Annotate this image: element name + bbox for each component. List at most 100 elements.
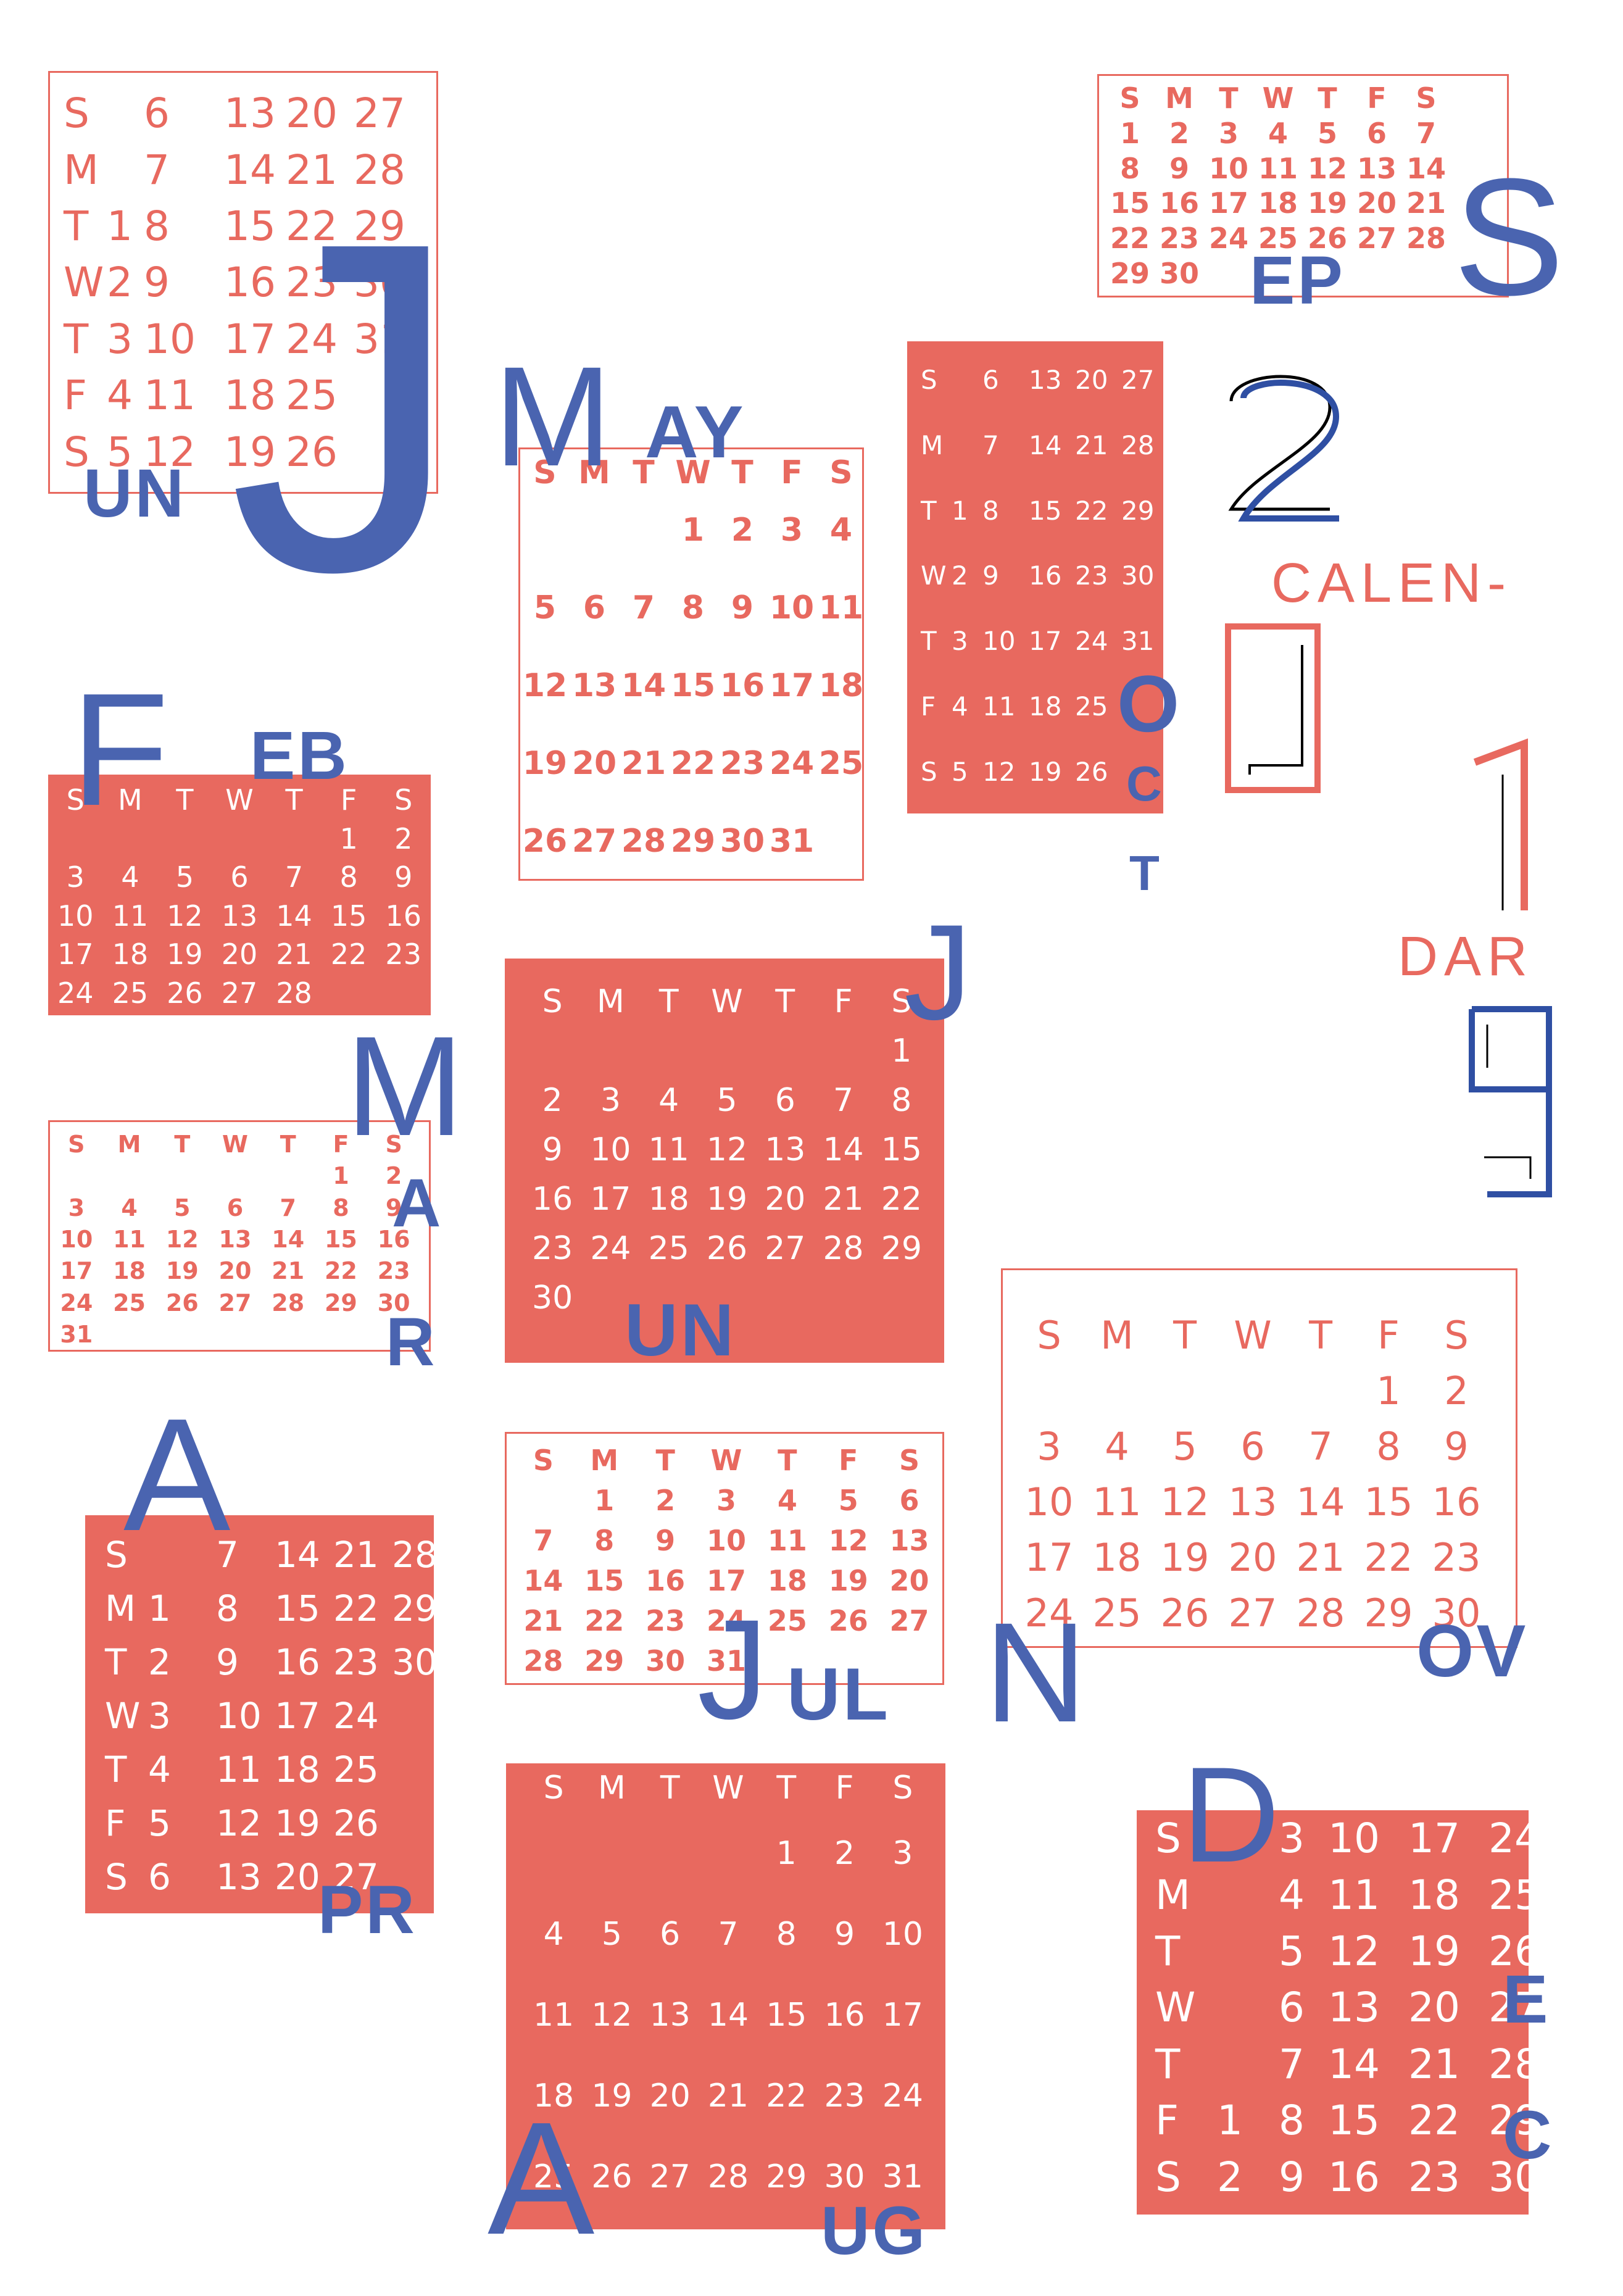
day-cell: 28 (1296, 1590, 1345, 1636)
day-cell: 10 (590, 1131, 631, 1168)
day-cell: 17 (590, 1181, 631, 1218)
weekday-header: S (921, 756, 937, 787)
day-cell: 19 (1307, 186, 1347, 220)
day-cell: 16 (1432, 1479, 1481, 1524)
day-cell: 3 (600, 1082, 621, 1119)
day-cell: 28 (1121, 430, 1155, 461)
weekday-header: T (921, 495, 937, 526)
weekday-header: F (835, 1770, 854, 1807)
day-cell (520, 491, 570, 569)
day-cell: 22 (881, 1181, 922, 1218)
day-cell: 5 (1173, 1423, 1197, 1469)
day-cell: 8 (1279, 2097, 1305, 2145)
day-cell: 12 (1328, 1928, 1380, 1976)
day-cell (267, 820, 322, 859)
day-cell: 22 (330, 938, 367, 971)
day-cell: 23 (1432, 1534, 1481, 1580)
weekday-header: S (1416, 81, 1437, 115)
day-cell: 22 (1364, 1534, 1413, 1580)
day-cell: 18 (275, 1749, 320, 1791)
day-cell: 5 (1279, 1928, 1305, 1976)
year-digit-0 (1225, 623, 1321, 793)
may-rest-letters: AY (645, 391, 746, 473)
day-cell: 19 (522, 745, 568, 782)
jan-big-letter: J (228, 173, 450, 642)
weekday-header: F (1377, 1312, 1400, 1358)
day-cell: 8 (144, 202, 170, 251)
weekday-header: F (921, 691, 936, 722)
day-cell: 3 (1037, 1423, 1061, 1469)
day-cell: 28 (523, 1644, 563, 1678)
day-cell: 22 (324, 1257, 357, 1285)
day-cell: 11 (1092, 1479, 1142, 1524)
day-cell (1217, 1979, 1279, 2036)
day-cell: 4 (1105, 1423, 1129, 1469)
day-cell: 14 (1296, 1479, 1345, 1524)
day-cell (513, 1480, 574, 1520)
day-cell: 19 (706, 1181, 748, 1218)
dec-rest-e: E (1503, 1961, 1551, 2037)
day-cell: 2 (655, 1483, 676, 1517)
day-cell: 21 (1408, 2040, 1460, 2088)
day-cell: 28 (276, 976, 312, 1010)
day-cell: 18 (648, 1181, 689, 1218)
day-cell (1217, 2036, 1279, 2092)
day-cell: 7 (982, 430, 999, 461)
day-cell: 7 (632, 589, 655, 626)
day-cell: 14 (1328, 2040, 1380, 2088)
day-cell (756, 1273, 814, 1323)
day-cell: 1 (594, 1483, 615, 1517)
weekday-header: T (655, 1443, 675, 1477)
day-cell: 8 (681, 589, 705, 626)
day-cell: 22 (1110, 221, 1150, 255)
weekday-header: T (775, 983, 795, 1020)
day-cell: 13 (221, 899, 258, 933)
feb-rest-letters: EB (250, 718, 349, 794)
day-cell: 17 (769, 667, 815, 704)
day-cell: 11 (1258, 151, 1298, 185)
day-cell: 3 (716, 1483, 736, 1517)
dec-big-letter: D (1182, 1739, 1280, 1890)
day-cell: 23 (645, 1603, 686, 1637)
day-cell: 20 (218, 1257, 252, 1285)
day-cell: 9 (731, 589, 754, 626)
day-cell: 1 (1119, 116, 1140, 150)
day-cell: 5 (533, 589, 557, 626)
day-cell: 27 (354, 89, 405, 138)
day-cell: 6 (1240, 1423, 1265, 1469)
sep-rest-letters: EP (1250, 243, 1345, 318)
day-cell: 9 (1279, 2153, 1305, 2201)
day-cell: 14 (272, 1225, 305, 1253)
day-cell: 19 (1029, 756, 1062, 787)
day-cell: 29 (392, 1587, 438, 1629)
day-cell (814, 1026, 872, 1076)
day-cell (1401, 256, 1451, 291)
weekday-header: S (394, 783, 413, 817)
day-cell: 23 (333, 1641, 379, 1683)
weekday-header: S (542, 983, 563, 1020)
day-cell: 21 (1296, 1534, 1345, 1580)
day-cell: 22 (766, 2077, 807, 2115)
day-cell (262, 1319, 315, 1350)
day-cell (315, 1319, 368, 1350)
day-cell: 8 (891, 1082, 912, 1119)
day-cell: 29 (1364, 1590, 1413, 1636)
day-cell: 11 (112, 899, 149, 933)
day-cell: 3 (1279, 1815, 1305, 1863)
day-cell: 5 (601, 1915, 622, 1953)
day-cell: 3 (780, 512, 803, 549)
day-cell (1352, 256, 1401, 291)
day-cell (156, 1319, 209, 1350)
day-cell: 24 (769, 745, 815, 782)
weekday-header: W (710, 1443, 742, 1477)
day-cell: 8 (594, 1523, 615, 1557)
day-cell: 6 (660, 1915, 681, 1953)
day-cell: 14 (621, 667, 666, 704)
day-cell: 15 (1110, 186, 1150, 220)
day-cell: 1 (1376, 1368, 1401, 1413)
day-cell: 23 (824, 2077, 865, 2115)
day-cell: 4 (121, 1194, 138, 1221)
day-cell: 6 (583, 589, 606, 626)
calendar-may: S M T W T F S 1 2 3 4 5 6 7 8 9 10 11 12 13 14 15 16 17 18 19 20 21… (518, 447, 864, 881)
weekday-header: S (1037, 1312, 1061, 1358)
